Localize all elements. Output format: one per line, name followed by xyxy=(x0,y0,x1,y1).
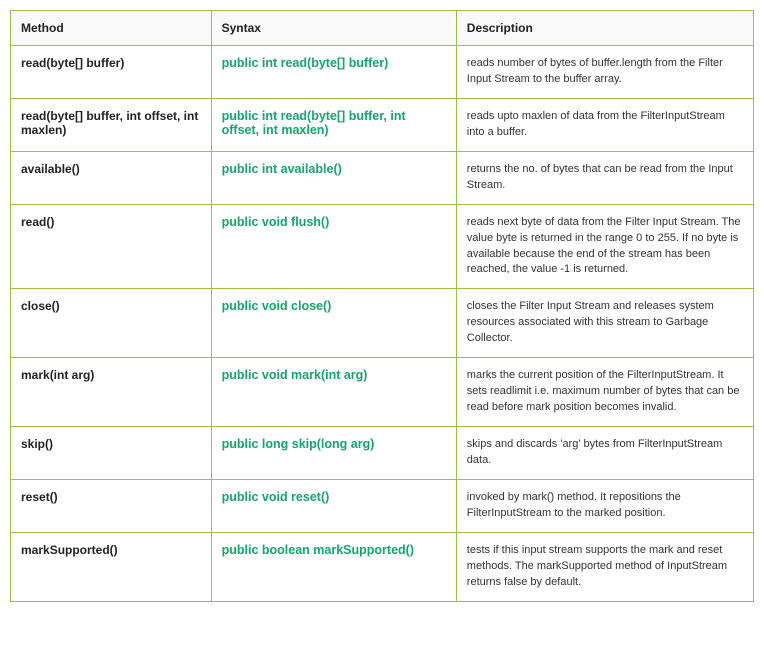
table-row: close()public void close()closes the Fil… xyxy=(11,289,754,358)
cell-method: read(byte[] buffer, int offset, int maxl… xyxy=(11,98,212,151)
cell-description: invoked by mark() method. It repositions… xyxy=(456,479,753,532)
cell-syntax: public int read(byte[] buffer) xyxy=(211,46,456,99)
cell-syntax: public void reset() xyxy=(211,479,456,532)
cell-description: reads next byte of data from the Filter … xyxy=(456,204,753,289)
cell-method: available() xyxy=(11,151,212,204)
cell-description: reads upto maxlen of data from the Filte… xyxy=(456,98,753,151)
table-row: markSupported()public boolean markSuppor… xyxy=(11,532,754,601)
table-row: reset()public void reset()invoked by mar… xyxy=(11,479,754,532)
table-row: read()public void flush()reads next byte… xyxy=(11,204,754,289)
cell-method: reset() xyxy=(11,479,212,532)
cell-syntax: public void flush() xyxy=(211,204,456,289)
cell-method: close() xyxy=(11,289,212,358)
table-row: read(byte[] buffer, int offset, int maxl… xyxy=(11,98,754,151)
cell-description: skips and discards 'arg' bytes from Filt… xyxy=(456,427,753,480)
table-row: available()public int available()returns… xyxy=(11,151,754,204)
cell-syntax: public void mark(int arg) xyxy=(211,358,456,427)
table-header-row: Method Syntax Description xyxy=(11,11,754,46)
cell-syntax: public int available() xyxy=(211,151,456,204)
cell-description: returns the no. of bytes that can be rea… xyxy=(456,151,753,204)
cell-method: markSupported() xyxy=(11,532,212,601)
header-description: Description xyxy=(456,11,753,46)
header-method: Method xyxy=(11,11,212,46)
cell-syntax: public int read(byte[] buffer, int offse… xyxy=(211,98,456,151)
cell-syntax: public long skip(long arg) xyxy=(211,427,456,480)
cell-description: reads number of bytes of buffer.length f… xyxy=(456,46,753,99)
table-row: mark(int arg)public void mark(int arg)ma… xyxy=(11,358,754,427)
cell-method: mark(int arg) xyxy=(11,358,212,427)
cell-syntax: public void close() xyxy=(211,289,456,358)
cell-method: read(byte[] buffer) xyxy=(11,46,212,99)
table-row: skip()public long skip(long arg)skips an… xyxy=(11,427,754,480)
table-row: read(byte[] buffer)public int read(byte[… xyxy=(11,46,754,99)
cell-description: closes the Filter Input Stream and relea… xyxy=(456,289,753,358)
cell-method: read() xyxy=(11,204,212,289)
methods-table: Method Syntax Description read(byte[] bu… xyxy=(10,10,754,602)
cell-description: tests if this input stream supports the … xyxy=(456,532,753,601)
cell-method: skip() xyxy=(11,427,212,480)
cell-syntax: public boolean markSupported() xyxy=(211,532,456,601)
header-syntax: Syntax xyxy=(211,11,456,46)
cell-description: marks the current position of the Filter… xyxy=(456,358,753,427)
